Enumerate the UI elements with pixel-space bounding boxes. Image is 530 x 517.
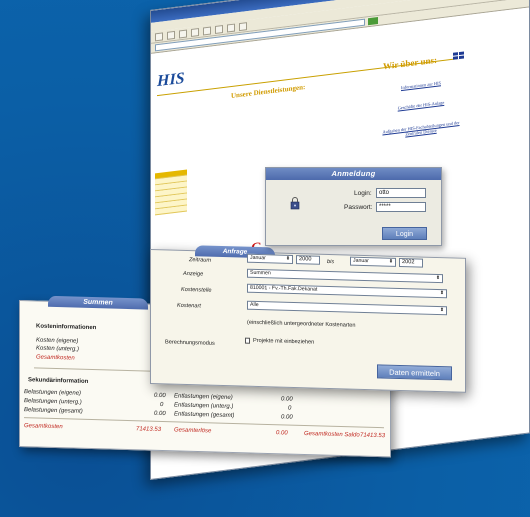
projekte-checkbox-label: Projekte mit einbeziehen [253, 337, 315, 346]
from-month-select[interactable]: Januar ⬍ [247, 253, 293, 264]
chevron-down-icon: ⬍ [439, 290, 445, 297]
anzeige-value: Summen [250, 269, 271, 277]
chevron-down-icon: ⬍ [285, 255, 291, 262]
anfrage-panel: Anfrage Zeitraum Januar ⬍ 2000 bis Janua… [150, 245, 466, 393]
lock-icon [290, 197, 300, 210]
row-value: 0 [288, 405, 292, 412]
row-label: Entlastungen (unterg.) [174, 402, 234, 410]
footer-gesamtkosten-value: 71413.53 [136, 426, 162, 433]
search-button[interactable] [215, 24, 223, 34]
about-link[interactable]: Aufgaben der HIS-Fachabteilungen und der… [381, 120, 461, 140]
to-year-input[interactable]: 2002 [399, 257, 423, 268]
his-logo: HIS [157, 69, 185, 91]
sekundaer-header: Sekundärinformation [28, 377, 89, 385]
password-input[interactable]: ***** [376, 202, 426, 212]
row-value: 0.00 [154, 392, 166, 400]
projekte-checkbox[interactable] [245, 337, 250, 344]
row-label: Entlastungen (gesamt) [174, 411, 235, 420]
kostenstelle-label: Kostenstelle [181, 286, 212, 294]
login-dialog-title: Anmeldung [266, 168, 441, 180]
kosten-unterg-label: Kosten (unterg.) [36, 345, 80, 353]
about-link[interactable]: Informationen zur HIS [381, 78, 461, 93]
go-button[interactable] [368, 17, 378, 26]
from-year-input[interactable]: 2000 [296, 255, 320, 265]
footer-gesamtkosten-label: Gesamtkosten [24, 423, 63, 431]
service-link[interactable] [245, 104, 309, 112]
service-link[interactable] [245, 122, 309, 130]
row-value: 0.00 [281, 396, 293, 403]
daten-ermitteln-button[interactable]: Daten ermitteln [377, 364, 452, 381]
refresh-button[interactable] [191, 27, 199, 37]
row-label: Belastungen (gesamt) [24, 407, 83, 415]
login-button[interactable]: Login [382, 227, 427, 240]
footer-gesamterloese-label: Gesamterlöse [174, 427, 212, 435]
zeitraum-label: Zeitraum [189, 257, 212, 264]
kosten-eigene-label: Kosten (eigene) [36, 337, 79, 345]
row-label: Belastungen (eigene) [24, 389, 82, 397]
left-nav [155, 169, 187, 216]
to-month-value: Januar [353, 257, 369, 265]
summen-title: Summen [48, 295, 148, 310]
home-button[interactable] [203, 26, 211, 35]
stop-button[interactable] [179, 28, 187, 38]
row-label: Entlastungen (eigene) [174, 393, 233, 401]
chevron-down-icon: ⬍ [435, 274, 441, 282]
back-button[interactable] [155, 31, 163, 41]
chevron-down-icon: ⬍ [439, 307, 445, 314]
kostenstelle-value: 810001 - Fv.-Th.Fak.Dekanat [250, 284, 318, 293]
about-link[interactable]: Geschäfte der HIS-Anlage [381, 98, 461, 113]
bis-label: bis [327, 258, 335, 266]
service-link[interactable] [245, 146, 309, 154]
row-label: Belastungen (unterg.) [24, 398, 82, 406]
forward-button[interactable] [167, 30, 175, 40]
footer-saldo-label: Gesamtkosten Saldo [304, 430, 360, 439]
password-label: Passwort: [344, 204, 373, 211]
footer-gesamterloese-value: 0.00 [276, 430, 288, 437]
history-button[interactable] [239, 21, 247, 31]
kostenart-value: Alle [250, 301, 259, 309]
row-value: 0.00 [281, 414, 293, 421]
row-value: 0 [160, 401, 164, 409]
kostenart-select[interactable]: Alle ⬍ [247, 300, 447, 316]
kostenstelle-select[interactable]: 810001 - Fv.-Th.Fak.Dekanat ⬍ [247, 283, 447, 299]
from-month-value: Januar [250, 254, 266, 262]
english-flag-icon[interactable] [453, 51, 464, 60]
gesamtkosten-label: Gesamtkosten [36, 354, 75, 362]
row-value: 0.00 [154, 410, 166, 418]
to-month-select[interactable]: Januar ⬍ [350, 256, 396, 267]
kosten-header: Kosteninformationen [36, 323, 97, 332]
footer-saldo-value: 71413.53 [360, 432, 386, 440]
divider [24, 417, 384, 429]
login-input[interactable]: otto [376, 188, 426, 198]
anzeige-select[interactable]: Summen ⬍ [247, 268, 443, 284]
kostenart-hint: (einschließlich untergeordneter Kostenar… [247, 319, 356, 329]
divider [34, 367, 154, 372]
favorites-button[interactable] [227, 23, 235, 33]
berechnungsmodus-label: Berechnungsmodus [165, 339, 215, 347]
anzeige-label: Anzeige [183, 270, 204, 278]
login-dialog: Anmeldung Login: otto Passwort: ***** Lo… [265, 167, 442, 246]
chevron-down-icon: ⬍ [388, 258, 394, 265]
about-heading: Wir über uns: [383, 54, 438, 72]
kostenart-label: Kostenart [177, 302, 201, 310]
login-label: Login: [354, 190, 372, 197]
